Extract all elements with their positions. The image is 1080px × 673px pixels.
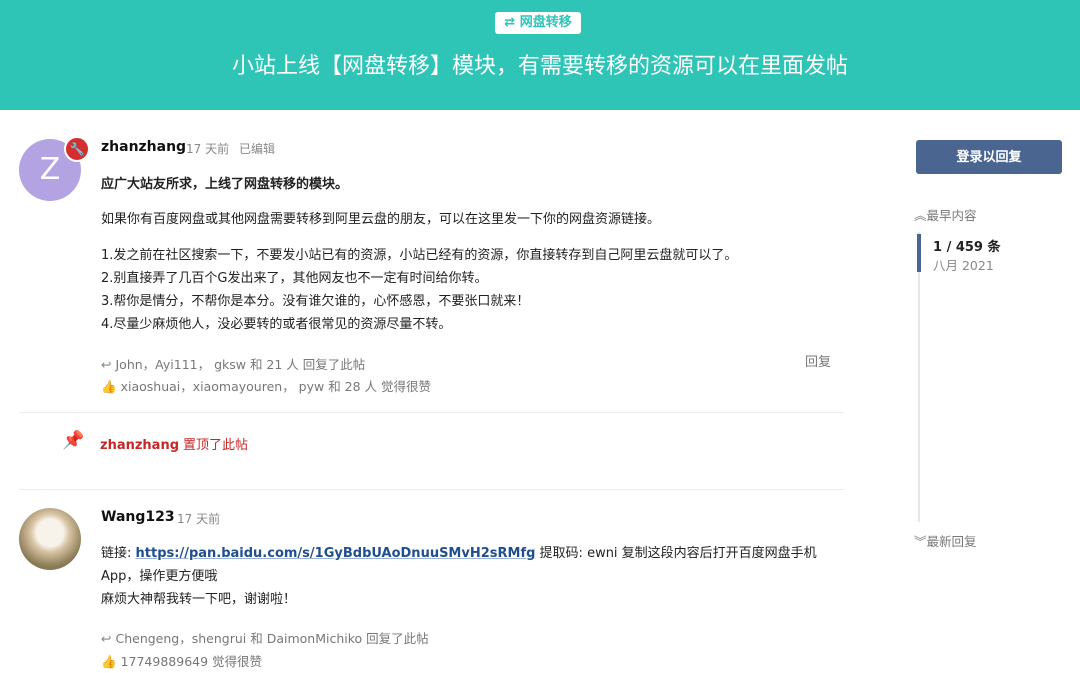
post-heading: 应广大站友所求，上线了网盘转移的模块。 [101,177,349,192]
scrubber-first[interactable]: ︽最早内容 [914,205,977,224]
reply-button[interactable]: 回复 [805,351,831,370]
replied-by-text: John，Ayi111， gksw 和 21 人 回复了此帖 [115,357,366,372]
link-suffix: 提取码: ewni 复制这段内容后打开百度网盘手机 [535,546,817,561]
liked-by-text: xiaoshuai，xiaomayouren， pyw 和 28 人 觉得很赞 [120,379,432,394]
pinned-event: zhanzhang 置顶了此帖 [100,434,248,453]
chevron-double-up-icon: ︽ [914,208,927,223]
divider [19,412,844,413]
reply-icon: ↩ [101,357,112,372]
avatar[interactable] [19,508,81,570]
post-time[interactable]: 17 天前 [177,510,220,527]
scrubber-last[interactable]: ︾最新回复 [914,531,977,550]
category-tag[interactable]: ⇄ 网盘转移 [495,12,581,34]
post-time[interactable]: 17 天前 [186,140,229,157]
thumbs-up-icon: 👍 [101,654,117,669]
divider [19,489,844,490]
pinned-text: 置顶了此帖 [183,438,249,453]
rule-3: 3.帮你是情分，不帮你是本分。没有谁欠谁的，心怀感恩，不要张口就来！ [101,294,530,309]
scrubber-first-label: 最早内容 [926,208,977,223]
replied-by[interactable]: ↩ Chengeng，shengrui 和 DaimonMichiko 回复了此帖 [101,628,429,647]
edited-label: 已编辑 [239,142,276,156]
scrubber-date: 八月 2021 [933,258,994,273]
link-prefix: 链接: [101,546,136,561]
liked-by-text: 17749889649 觉得很赞 [120,654,263,669]
rule-4: 4.尽量少麻烦他人，没必要转的或者很常见的资源尽量不转。 [101,317,452,332]
post-link-line: 链接: https://pan.baidu.com/s/1GyBdbUAoDnu… [101,542,841,565]
discussion-title: 小站上线【网盘转移】模块，有需要转移的资源可以在里面发帖 [231,54,848,79]
liked-by[interactable]: 👍 xiaoshuai，xiaomayouren， pyw 和 28 人 觉得很赞 [101,376,431,395]
liked-by[interactable]: 👍 17749889649 觉得很赞 [101,651,262,670]
wrench-icon: 🔧 [64,136,90,162]
baidu-link[interactable]: https://pan.baidu.com/s/1GyBdbUAoDnuuSMv… [136,546,536,561]
rule-2: 2.别直接弄了几百个G发出来了，其他网友也不一定有时间给你转。 [101,271,488,286]
thumbs-up-icon: 👍 [101,379,117,394]
chevron-double-down-icon: ︾ [914,534,927,549]
post-username[interactable]: zhanzhang [101,139,186,155]
scrubber-position: 1 / 459 条 [933,240,1001,255]
pinned-username[interactable]: zhanzhang [100,438,179,453]
post-intro: 如果你有百度网盘或其他网盘需要转移到阿里云盘的朋友，可以在这里发一下你的网盘资源… [101,212,661,227]
post-link-line-2: App，操作更方便哦 [101,569,218,584]
replied-by-text: Chengeng，shengrui 和 DaimonMichiko 回复了此帖 [115,631,429,646]
login-to-reply-button[interactable]: 登录以回复 [916,140,1062,174]
rule-1: 1.发之前在社区搜索一下，不要发小站已有的资源，小站已经有的资源，你直接转存到自… [101,248,738,263]
scrubber-handle[interactable] [917,234,921,272]
discussion-hero: ⇄ 网盘转移 小站上线【网盘转移】模块，有需要转移的资源可以在里面发帖 [0,0,1080,110]
replied-by[interactable]: ↩ John，Ayi111， gksw 和 21 人 回复了此帖 [101,354,365,373]
scrubber-last-label: 最新回复 [926,534,977,549]
scrubber-track[interactable] [918,232,920,522]
reply-icon: ↩ [101,631,112,646]
post-request: 麻烦大神帮我转一下吧，谢谢啦！ [101,592,297,607]
post-username[interactable]: Wang123 [101,509,175,525]
pin-icon: 📌 [62,430,85,451]
